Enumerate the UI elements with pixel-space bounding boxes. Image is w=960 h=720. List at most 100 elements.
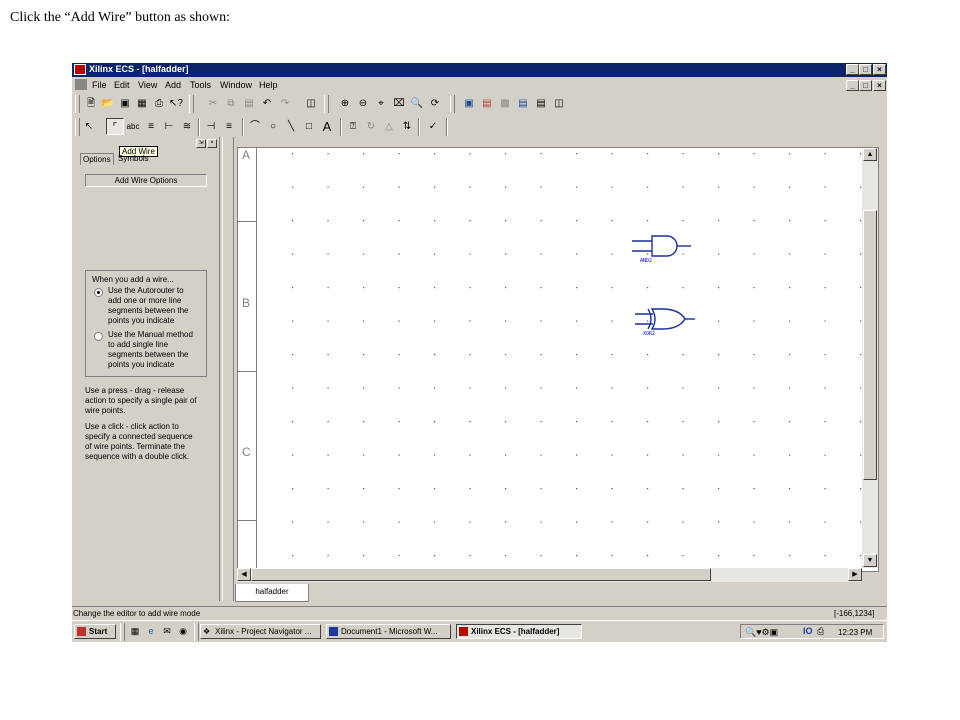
menu-add[interactable]: Add	[165, 80, 181, 90]
help-text-1-line-3: wire points.	[85, 406, 126, 415]
start-button[interactable]: Start	[74, 624, 116, 639]
minimize-button[interactable]: _	[846, 64, 859, 75]
add-circle-icon[interactable]: ○	[264, 118, 282, 135]
zoom-in-icon[interactable]: ⊕	[336, 95, 354, 112]
save-icon[interactable]: ▣	[116, 95, 134, 112]
add-line-icon[interactable]: ╲	[282, 118, 300, 135]
save-all-icon[interactable]: ▦	[133, 95, 151, 112]
menu-window[interactable]: Window	[220, 80, 252, 90]
menu-tools[interactable]: Tools	[190, 80, 211, 90]
select-arrow-icon[interactable]: ↖	[80, 118, 98, 135]
document-tab-halfadder[interactable]: halfadder	[235, 584, 309, 602]
scroll-down-button[interactable]: ▼	[863, 554, 877, 567]
hierarchy-icon[interactable]: ⇅	[398, 118, 416, 135]
print-icon[interactable]: ⎙	[150, 95, 168, 112]
media-icon[interactable]: ◉	[176, 624, 190, 638]
menu-help[interactable]: Help	[259, 80, 278, 90]
grid-dot	[505, 521, 507, 523]
toolbar-grip[interactable]	[324, 95, 329, 113]
zone-divider	[238, 371, 256, 372]
open-icon[interactable]: 📂	[99, 95, 117, 112]
panel-dock-button[interactable]: ⇲	[196, 139, 206, 148]
toolbar-grip[interactable]	[75, 95, 80, 113]
xor2-gate[interactable]: XOR2	[635, 308, 695, 337]
grid-dot	[789, 555, 791, 557]
stack-icon[interactable]: ▤	[514, 95, 532, 112]
zoom-full-icon[interactable]: ⌖	[372, 95, 390, 112]
outlook-icon[interactable]: ✉	[160, 624, 174, 638]
zoom-out-icon[interactable]: ⊖	[354, 95, 372, 112]
grid-dot	[398, 153, 400, 155]
zoom-selection-icon[interactable]: ⌧	[390, 95, 408, 112]
toolbar-grip[interactable]	[450, 95, 455, 113]
toolbar-grip[interactable]	[189, 95, 194, 113]
add-net-name-icon[interactable]: abc	[124, 118, 142, 135]
add-text-icon[interactable]: A	[318, 118, 336, 135]
tray-icons[interactable]: 🔍♥⚙▣	[745, 627, 778, 638]
panel-close-button[interactable]: ×	[207, 139, 217, 148]
and2-gate[interactable]: AND2	[632, 235, 691, 264]
manual-radio[interactable]	[94, 332, 103, 341]
tile-icon[interactable]: ▤	[478, 95, 496, 112]
schematic-canvas[interactable]: A B C AND2 XOR2	[237, 147, 879, 572]
vertical-scroll-thumb[interactable]	[863, 210, 877, 480]
printer-tray-icon[interactable]: ⎙	[817, 626, 824, 637]
push-into-icon[interactable]: ↻	[362, 118, 380, 135]
add-wire-button[interactable]: ⌜	[106, 118, 124, 135]
horizontal-scrollbar[interactable]: ◀ ▶	[237, 568, 862, 582]
task-xilinx-ecs[interactable]: Xilinx ECS - [halfadder]	[456, 624, 582, 639]
add-rectangle-icon[interactable]: □	[300, 118, 318, 135]
cascade-icon[interactable]: ▣	[460, 95, 478, 112]
grid-dot	[611, 354, 613, 356]
add-arc-icon[interactable]: ⌒	[246, 118, 264, 135]
task-project-navigator[interactable]: ❖ Xilinx - Project Navigator ...	[200, 624, 321, 639]
grid-dot	[753, 521, 755, 523]
scroll-up-button[interactable]: ▲	[863, 148, 877, 161]
doc-minimize-button[interactable]: _	[846, 80, 859, 91]
menu-edit[interactable]: Edit	[114, 80, 130, 90]
copy-icon[interactable]: ⧉	[222, 95, 240, 112]
horizontal-scroll-thumb[interactable]	[251, 568, 711, 581]
symbol-info-icon[interactable]: ⍰	[344, 118, 362, 135]
tab-symbols[interactable]: Symbols	[116, 154, 151, 163]
maximize-button[interactable]: □	[859, 64, 872, 75]
show-desktop-icon[interactable]: ▦	[128, 624, 142, 638]
autorouter-radio[interactable]	[94, 288, 103, 297]
check-schematic-icon[interactable]: ✓	[424, 118, 442, 135]
redo-icon[interactable]: ↷	[276, 95, 294, 112]
tile-vertical-icon[interactable]: ◫	[550, 95, 568, 112]
zoom-area-icon[interactable]: 🔍	[408, 95, 426, 112]
add-instance-icon[interactable]: ≡	[220, 118, 238, 135]
scroll-right-button[interactable]: ▶	[848, 568, 862, 581]
add-bus-icon[interactable]: ⊢	[160, 118, 178, 135]
cut-icon[interactable]: ✂	[204, 95, 222, 112]
add-io-marker-icon[interactable]: ≋	[178, 118, 196, 135]
doc-restore-button[interactable]: □	[859, 80, 872, 91]
title-bar[interactable]: Xilinx ECS - [halfadder] _ □ ×	[72, 63, 887, 77]
undo-icon[interactable]: ↶	[258, 95, 276, 112]
menu-view[interactable]: View	[138, 80, 157, 90]
vertical-scrollbar[interactable]: ▲ ▼	[862, 148, 878, 568]
close-button[interactable]: ×	[873, 64, 886, 75]
tab-options[interactable]: Options	[80, 153, 114, 165]
document-icon[interactable]	[75, 79, 87, 90]
arrange-icon[interactable]: ▩	[496, 95, 514, 112]
toolbar-separator	[198, 118, 200, 136]
pop-icon[interactable]: △	[380, 118, 398, 135]
menu-file[interactable]: File	[92, 80, 107, 90]
doc-close-button[interactable]: ×	[873, 80, 886, 91]
scroll-left-button[interactable]: ◀	[237, 568, 251, 581]
add-bus-tap-icon[interactable]: ≡	[142, 118, 160, 135]
panel-splitter[interactable]	[222, 137, 234, 601]
refresh-icon[interactable]: ⟳	[426, 95, 444, 112]
new-icon[interactable]: 🗎	[82, 95, 100, 112]
grid-dot	[789, 153, 791, 155]
io-tray-icon[interactable]: IO	[803, 626, 813, 636]
tile-horizontal-icon[interactable]: ▤	[532, 95, 550, 112]
find-icon[interactable]: ◫	[302, 95, 320, 112]
task-microsoft-word[interactable]: Document1 - Microsoft W...	[326, 624, 451, 639]
paste-icon[interactable]: ▤	[240, 95, 258, 112]
context-help-icon[interactable]: ↖?	[167, 95, 185, 112]
internet-explorer-icon[interactable]: e	[144, 624, 158, 638]
add-symbol-icon[interactable]: ⊣	[202, 118, 220, 135]
